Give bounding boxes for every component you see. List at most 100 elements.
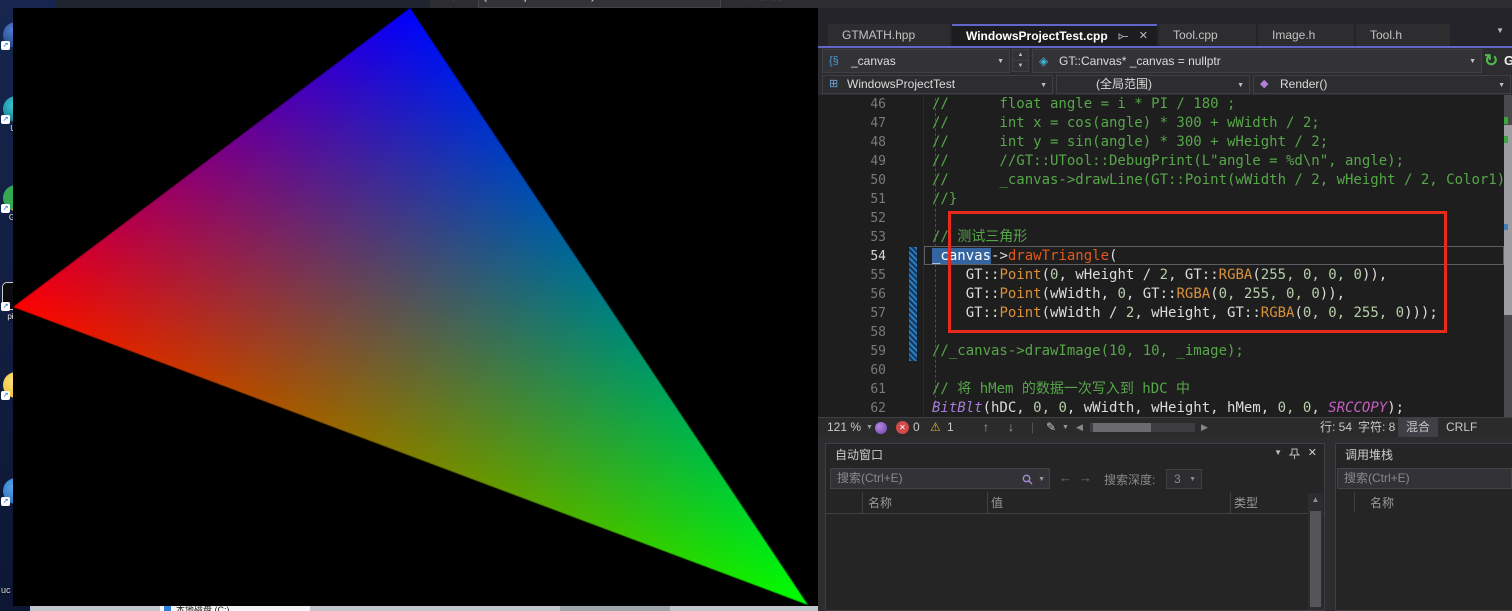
back-icon[interactable]: ←	[1059, 470, 1072, 485]
scrollbar-thumb[interactable]	[1504, 125, 1512, 315]
code-text: //_canvas->drawImage(10, 10, _image);	[932, 342, 1244, 361]
sync-icon[interactable]: ↻	[1484, 51, 1498, 71]
shortcut-arrow-icon: ↗	[1, 204, 10, 213]
code-line-61[interactable]: 61 // 将 hMem 的数据一次写入到 hDC 中	[818, 380, 1512, 399]
shortcut-arrow-icon: ↗	[1, 115, 10, 124]
auto-window-panel: 自动窗口 ▼ ✕ 搜索(Ctrl+E) ▼ ← → 搜索深度: 3 ▼ 名称	[825, 443, 1325, 611]
code-text: // 将 hMem 的数据一次写入到 hDC 中	[932, 380, 1190, 399]
zoom-caret-icon[interactable]: ▼	[866, 418, 873, 437]
scroll-up-icon[interactable]: ▲	[1308, 493, 1323, 507]
hscroll-right-icon[interactable]: ▶	[1201, 418, 1208, 437]
search-icon[interactable]	[1022, 474, 1033, 485]
declaration-display[interactable]: ◈ GT::Canvas* _canvas = nullptr ▼	[1032, 49, 1482, 73]
auto-window-scrollbar[interactable]: ▲	[1308, 493, 1323, 610]
line-number[interactable]: 49	[838, 152, 886, 171]
search-depth-combo[interactable]: 3 ▼	[1166, 469, 1202, 489]
line-number[interactable]: 61	[838, 380, 886, 399]
prev-issue-icon[interactable]: ↑	[983, 418, 989, 437]
render-window[interactable]	[13, 8, 818, 606]
tab-Image.h[interactable]: Image.h	[1258, 24, 1354, 46]
warning-icon[interactable]: ⚠	[930, 418, 941, 437]
code-line-51[interactable]: 51//}	[818, 190, 1512, 209]
forward-icon[interactable]: →	[1079, 470, 1092, 485]
value-spinner[interactable]: ▲▼	[1012, 49, 1029, 72]
line-number[interactable]: 54	[838, 247, 886, 266]
tab-WindowsProjectTest.cpp[interactable]: WindowsProjectTest.cpp✕	[952, 24, 1157, 46]
project-icon: ⊞	[829, 76, 838, 93]
editor-vertical-scrollbar[interactable]	[1504, 95, 1512, 417]
editor-status-bar: 121 % ▼ ✕ 0 ⚠ 1 ↑ ↓ | ✎ ▼ ◀ ▶ 行: 54 字符: …	[818, 417, 1512, 437]
auto-window-search-input[interactable]: 搜索(Ctrl+E) ▼	[830, 468, 1050, 489]
shortcut-arrow-icon: ↗	[1, 497, 10, 506]
pin-icon[interactable]	[1118, 31, 1129, 42]
code-health-icon[interactable]	[875, 422, 887, 434]
line-number[interactable]: 60	[838, 361, 886, 380]
code-line-60[interactable]: 60	[818, 361, 1512, 380]
horizontal-scrollbar[interactable]	[1090, 423, 1195, 432]
pin-icon[interactable]	[1289, 448, 1300, 459]
column-name: 名称	[1370, 494, 1394, 511]
code-line-47[interactable]: 47 // int x = cos(angle) * 300 + wWidth /…	[818, 114, 1512, 133]
visual-studio-window: GTMATH.hppWindowsProjectTest.cpp✕Tool.cp…	[818, 0, 1512, 611]
member-combo[interactable]: ◆ Render() ▼	[1253, 75, 1511, 94]
lifecycle-events-button[interactable]: ▣ 生命周期事件 ▾	[718, 0, 807, 6]
code-cleanup-icon[interactable]: ✎	[1046, 418, 1056, 437]
line-number[interactable]: 46	[838, 95, 886, 114]
column-indicator: 字符: 8	[1358, 418, 1395, 437]
hscroll-thumb[interactable]	[1093, 423, 1151, 432]
shortcut-arrow-icon: ↗	[1, 391, 10, 400]
code-line-48[interactable]: 48// int y = sin(angle) * 300 + wHeight …	[818, 133, 1512, 152]
navigation-bar: ⊞ WindowsProjectTest ▼ (全局范围) ▼ ◆ Render…	[818, 75, 1512, 95]
search-depth-label: 搜索深度:	[1104, 471, 1155, 488]
tab-overflow-icon[interactable]: ▼	[1496, 26, 1504, 35]
search-caret-icon[interactable]: ▼	[1038, 470, 1045, 489]
close-icon[interactable]: ✕	[1308, 446, 1317, 459]
code-editor[interactable]: 46// float angle = i * PI / 180 ;47 // in…	[818, 95, 1512, 417]
code-line-59[interactable]: 59 //_canvas->drawImage(10, 10, _image);	[818, 342, 1512, 361]
column-name: 名称	[868, 494, 892, 511]
line-number[interactable]: 59	[838, 342, 886, 361]
warning-count[interactable]: 1	[947, 418, 954, 437]
red-annotation-rectangle	[948, 211, 1447, 333]
symbol-combo[interactable]: {§ _canvas ▼	[822, 49, 1010, 73]
code-text: // int x = cos(angle) * 300 + wWidth / 2…	[932, 114, 1320, 133]
line-number[interactable]: 53	[838, 228, 886, 247]
scope-combo[interactable]: (全局范围) ▼	[1056, 75, 1250, 94]
error-count[interactable]: 0	[913, 418, 920, 437]
scroll-mark-blue	[1504, 224, 1508, 230]
line-number[interactable]: 56	[838, 285, 886, 304]
line-number[interactable]: 57	[838, 304, 886, 323]
code-line-46[interactable]: 46// float angle = i * PI / 180 ;	[818, 95, 1512, 114]
close-icon[interactable]: ✕	[1139, 26, 1148, 46]
call-stack-search-input[interactable]: 搜索(Ctrl+E)	[1337, 468, 1512, 489]
process-combo[interactable]: [145068] WindowsProjectTest.e▼	[478, 0, 721, 8]
scrollbar-thumb[interactable]	[1310, 511, 1321, 607]
strip-segment	[560, 606, 670, 611]
process-label: 进程:	[440, 0, 465, 6]
error-icon[interactable]: ✕	[896, 421, 909, 434]
auto-window-title: 自动窗口	[826, 444, 1324, 466]
next-issue-icon[interactable]: ↓	[1008, 418, 1014, 437]
code-line-62[interactable]: 62BitBlt(hDC, 0, 0, wWidth, wHeight, hMe…	[818, 399, 1512, 417]
line-number[interactable]: 47	[838, 114, 886, 133]
zoom-level[interactable]: 121 %	[827, 418, 861, 437]
clipped-glyph: G	[1504, 53, 1512, 68]
line-number[interactable]: 52	[838, 209, 886, 228]
tab-Tool.cpp[interactable]: Tool.cpp	[1159, 24, 1256, 46]
line-number[interactable]: 48	[838, 133, 886, 152]
line-number[interactable]: 62	[838, 399, 886, 417]
hscroll-left-icon[interactable]: ◀	[1076, 418, 1083, 437]
code-line-50[interactable]: 50// _canvas->drawLine(GT::Point(wWidth …	[818, 171, 1512, 190]
line-number[interactable]: 55	[838, 266, 886, 285]
gradient-triangle-canvas	[13, 8, 818, 606]
cleanup-caret-icon[interactable]: ▼	[1062, 418, 1069, 437]
tab-GTMATH.hpp[interactable]: GTMATH.hpp	[828, 24, 950, 46]
line-number[interactable]: 51	[838, 190, 886, 209]
line-number[interactable]: 50	[838, 171, 886, 190]
project-combo[interactable]: ⊞ WindowsProjectTest ▼	[822, 75, 1053, 94]
column-value: 值	[991, 494, 1003, 511]
tab-Tool.h[interactable]: Tool.h	[1356, 24, 1450, 46]
line-number[interactable]: 58	[838, 323, 886, 342]
code-line-49[interactable]: 49// //GT::UTool::DebugPrint(L"angle = %…	[818, 152, 1512, 171]
panel-dropdown-icon[interactable]: ▼	[1274, 448, 1282, 457]
